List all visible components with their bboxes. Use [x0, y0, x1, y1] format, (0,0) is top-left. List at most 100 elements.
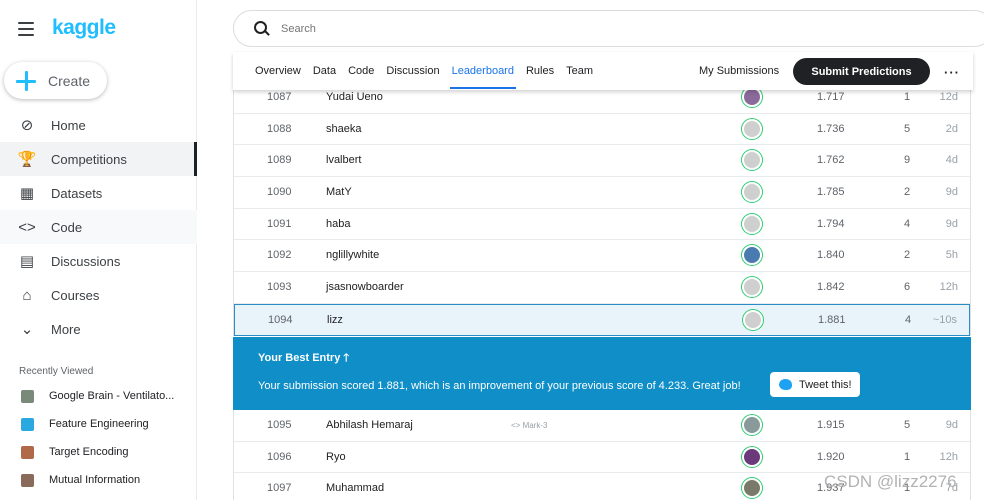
- sidebar-item-courses[interactable]: ⌂ Courses: [0, 278, 197, 312]
- banner-message: Your submission scored 1.881, which is a…: [258, 380, 741, 392]
- best-entry-banner: Your Best Entry 🡑 Your submission scored …: [233, 337, 971, 410]
- sidebar-item-label: Discussions: [51, 253, 121, 269]
- table-row[interactable]: 1093 jsasnowboarder 1.842 6 12h: [234, 272, 970, 304]
- table-row[interactable]: 1091 haba 1.794 4 9d: [234, 209, 970, 241]
- banner-title-text: Your Best Entry: [258, 352, 341, 364]
- score-cell: 1.794: [817, 217, 845, 230]
- team-name-link[interactable]: Ryo: [326, 451, 346, 463]
- course-thumbnail-icon: [21, 417, 34, 431]
- team-name-link[interactable]: haba: [326, 218, 350, 230]
- avatar[interactable]: [742, 150, 762, 171]
- score-cell: 1.785: [817, 186, 845, 199]
- compass-icon: ⊘: [20, 117, 34, 134]
- twitter-icon: [779, 379, 792, 390]
- plus-icon: [15, 70, 37, 92]
- last-submission-cell: 12h: [939, 450, 958, 463]
- last-submission-cell: 5h: [945, 249, 958, 262]
- entries-cell: 1: [904, 450, 911, 463]
- score-cell: 1.842: [817, 281, 845, 294]
- team-name-link[interactable]: nglillywhite: [326, 249, 379, 261]
- last-submission-cell: 12h: [939, 281, 958, 294]
- entries-cell: 5: [904, 419, 911, 431]
- team-name-link[interactable]: lizz: [327, 314, 343, 326]
- my-submissions-link[interactable]: My Submissions: [699, 52, 779, 90]
- rank-cell: 1088: [267, 122, 292, 135]
- entries-cell: 6: [904, 281, 911, 294]
- recently-viewed-list: Google Brain - Ventilato... Feature Engi…: [0, 382, 197, 494]
- tab-overview[interactable]: Overview: [249, 52, 307, 90]
- arrow-up-icon: 🡑: [343, 352, 350, 364]
- hamburger-menu-icon[interactable]: [18, 22, 34, 36]
- rank-cell: 1096: [267, 450, 292, 463]
- create-button[interactable]: Create: [4, 62, 107, 99]
- sidebar-item-datasets[interactable]: ▦ Datasets: [0, 176, 197, 210]
- table-row[interactable]: 1095 Abhilash Hemaraj 1.915 5 9d <> Mark-3: [234, 410, 970, 442]
- avatar[interactable]: [743, 309, 763, 330]
- score-cell: 1.762: [817, 154, 845, 167]
- entries-cell: 4: [905, 313, 912, 326]
- team-name-link[interactable]: shaeka: [326, 123, 361, 135]
- avatar[interactable]: [742, 213, 762, 234]
- recent-item[interactable]: Target Encoding: [0, 438, 197, 466]
- sidebar-item-code[interactable]: <> Code: [0, 210, 197, 244]
- team-name-link[interactable]: lvalbert: [326, 154, 361, 166]
- entries-cell: 4: [904, 217, 911, 230]
- last-submission-cell: ~10s: [932, 313, 957, 326]
- tweet-button-label: Tweet this!: [799, 378, 852, 391]
- team-name-link[interactable]: Yudai Ueno: [326, 91, 383, 103]
- search-bar[interactable]: [233, 10, 984, 47]
- recent-item-label: Target Encoding: [49, 446, 129, 458]
- notebook-tag[interactable]: <> Mark-3: [511, 421, 547, 430]
- competition-thumbnail-icon: [21, 389, 34, 403]
- rank-cell: 1094: [268, 313, 293, 326]
- sidebar-item-home[interactable]: ⊘ Home: [0, 108, 197, 142]
- entries-cell: 2: [904, 249, 911, 262]
- table-row[interactable]: 1096 Ryo 1.920 1 12h: [234, 442, 970, 474]
- avatar[interactable]: [742, 182, 762, 203]
- tab-code[interactable]: Code: [342, 52, 380, 90]
- table-row[interactable]: 1089 lvalbert 1.762 9 4d: [234, 145, 970, 178]
- recent-item[interactable]: Google Brain - Ventilato...: [0, 382, 197, 410]
- search-input[interactable]: [281, 22, 881, 35]
- avatar[interactable]: [742, 87, 762, 107]
- sidebar-item-competitions[interactable]: 🏆 Competitions: [0, 142, 197, 176]
- table-row[interactable]: 1092 nglillywhite 1.840 2 5h: [234, 240, 970, 273]
- tab-rules[interactable]: Rules: [520, 52, 560, 90]
- submit-predictions-button[interactable]: Submit Predictions: [793, 58, 930, 85]
- leaderboard-table: 1087 Yudai Ueno 1.717 1 12d 1088 shaeka 1.736 5 2…: [233, 82, 971, 336]
- score-cell: 1.717: [817, 91, 845, 103]
- kaggle-logo[interactable]: kaggle: [52, 16, 116, 40]
- avatar[interactable]: [742, 118, 762, 139]
- avatar[interactable]: [742, 245, 762, 266]
- avatar[interactable]: [742, 478, 762, 499]
- tab-team[interactable]: Team: [560, 52, 599, 90]
- tab-data[interactable]: Data: [307, 52, 342, 90]
- avatar[interactable]: [742, 415, 762, 435]
- team-name-link[interactable]: Muhammad: [326, 482, 384, 494]
- rank-cell: 1092: [267, 249, 292, 262]
- entries-cell: 1: [904, 91, 911, 103]
- avatar[interactable]: [742, 446, 762, 467]
- score-cell: 1.736: [817, 122, 845, 135]
- recent-item-label: Mutual Information: [49, 474, 141, 486]
- last-submission-cell: 12d: [939, 91, 958, 103]
- entries-cell: 2: [904, 186, 911, 199]
- sidebar-item-more[interactable]: ⌄ More: [0, 312, 197, 346]
- team-name-link[interactable]: MatY: [326, 186, 352, 198]
- team-name-link[interactable]: Abhilash Hemaraj: [326, 419, 413, 431]
- more-options-icon[interactable]: ···: [944, 65, 960, 80]
- recent-item[interactable]: Feature Engineering: [0, 410, 197, 438]
- table-row[interactable]: 1094 lizz 1.881 4 ~10s: [234, 303, 970, 336]
- tweet-button[interactable]: Tweet this!: [770, 372, 860, 397]
- tab-leaderboard[interactable]: Leaderboard: [446, 52, 520, 90]
- tab-discussion[interactable]: Discussion: [380, 52, 445, 90]
- rank-cell: 1095: [267, 419, 292, 431]
- team-name-link[interactable]: jsasnowboarder: [326, 281, 404, 293]
- avatar[interactable]: [742, 277, 762, 298]
- last-submission-cell: 2d: [945, 122, 958, 135]
- sidebar-item-discussions[interactable]: ▤ Discussions: [0, 244, 197, 278]
- recent-item[interactable]: Mutual Information: [0, 466, 197, 494]
- table-row[interactable]: 1090 MatY 1.785 2 9d: [234, 177, 970, 209]
- table-icon: ▦: [19, 185, 35, 202]
- table-row[interactable]: 1088 shaeka 1.736 5 2d: [234, 114, 970, 146]
